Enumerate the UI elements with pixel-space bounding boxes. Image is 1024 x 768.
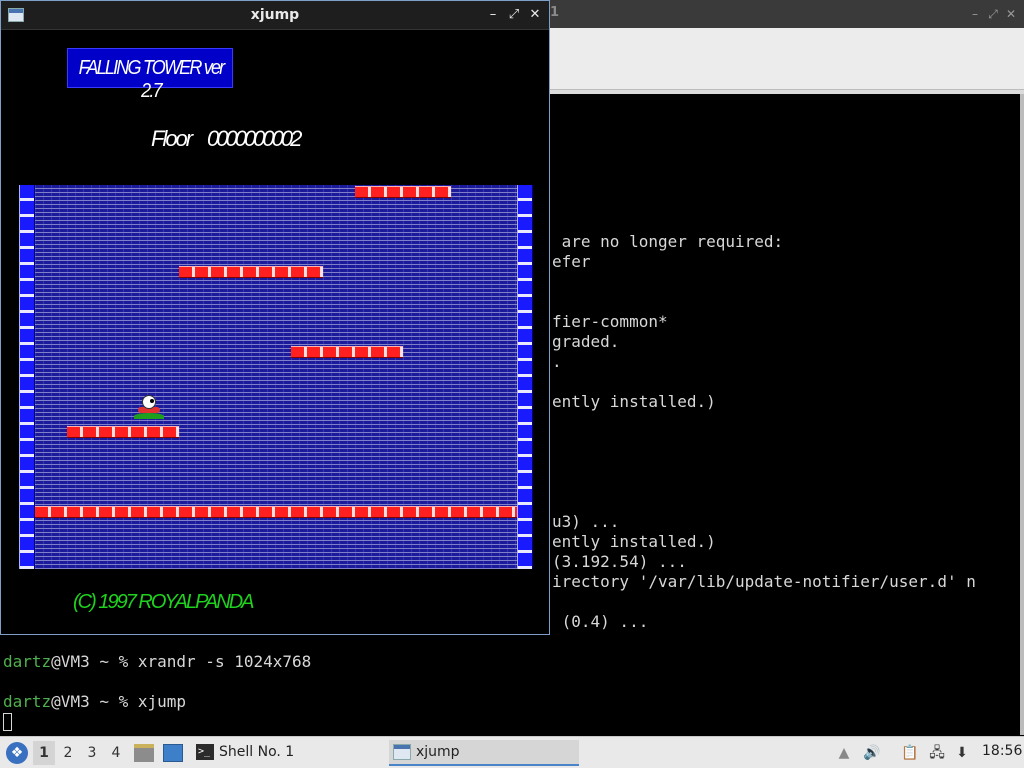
terminal-line: fier-common*	[552, 312, 668, 331]
close-icon[interactable]: ✕	[1004, 7, 1018, 21]
terminal-title: 1	[550, 5, 560, 20]
shell-prompt-line: dartz@VM3 ~ % xrandr -s 1024x768	[3, 652, 311, 672]
xjump-window[interactable]: xjump – ⤢ ✕ FALLING TOWER ver 2.7 Floor …	[0, 0, 550, 635]
scroll-up-icon[interactable]: ▲	[835, 743, 853, 763]
restore-icon[interactable]: ⤢	[506, 7, 522, 23]
player-eye	[150, 399, 154, 403]
terminal-icon: >_	[196, 744, 214, 760]
right-wall	[517, 185, 533, 569]
workspace-1[interactable]: 1	[33, 741, 55, 765]
minimize-icon[interactable]: –	[968, 7, 982, 21]
task-label: Shell No. 1	[219, 744, 295, 760]
close-icon[interactable]: ✕	[527, 7, 543, 23]
text-cursor	[3, 713, 12, 731]
brick-platform	[67, 426, 179, 438]
desktop: 1 – ⤢ ✕ are no longer required: efer fie…	[0, 0, 1024, 768]
taskbar: ❖ 1 2 3 4 >_ Shell No. 1 xjump ▲ 🔊 📋 🖧 ⬇…	[0, 736, 1024, 768]
shell-prompt-line: dartz@VM3 ~ % xjump	[3, 692, 186, 712]
player-legs	[134, 413, 164, 419]
terminal-line: ently installed.)	[552, 532, 716, 551]
game-title: FALLING TOWER ver 2.7	[78, 57, 226, 102]
terminal-line: ently installed.)	[552, 392, 716, 411]
prompt-command: xrandr -s 1024x768	[137, 652, 312, 671]
left-wall	[19, 185, 35, 569]
floor-label: Floor	[151, 126, 193, 151]
terminal-line: are no longer required:	[552, 232, 784, 251]
terminal-window[interactable]: 1 – ⤢ ✕ are no longer required: efer fie…	[548, 0, 1024, 735]
prompt-command: xjump	[137, 692, 187, 711]
file-manager-icon[interactable]	[134, 744, 154, 762]
prompt-user: dartz	[3, 652, 52, 671]
restore-icon[interactable]: ⤢	[986, 7, 1000, 21]
terminal-line: irectory '/var/lib/update-notifier/user.…	[552, 572, 976, 591]
terminal-scrollbar[interactable]	[1020, 94, 1024, 735]
start-menu-icon[interactable]: ❖	[6, 742, 28, 764]
terminal-line: u3) ...	[552, 512, 620, 531]
player-head	[142, 395, 156, 409]
prompt-user: dartz	[3, 692, 52, 711]
updates-icon[interactable]: ⬇	[953, 743, 971, 763]
prompt-host: @VM3 ~ %	[51, 692, 138, 711]
player-character	[134, 395, 164, 423]
volume-icon[interactable]: 🔊	[863, 743, 881, 763]
task-xjump[interactable]: xjump	[389, 740, 579, 766]
terminal-line: .	[552, 352, 562, 371]
task-shell[interactable]: >_ Shell No. 1	[192, 740, 382, 766]
game-playfield[interactable]	[19, 185, 533, 569]
network-icon[interactable]: 🖧	[928, 743, 946, 763]
terminal-titlebar[interactable]: 1 – ⤢ ✕	[548, 0, 1024, 28]
game-title-banner: FALLING TOWER ver 2.7	[67, 48, 233, 102]
brick-platform	[355, 186, 451, 198]
brick-platform	[291, 346, 403, 358]
workspace-4[interactable]: 4	[105, 741, 127, 765]
task-label: xjump	[416, 744, 460, 760]
clipboard-icon[interactable]: 📋	[901, 743, 919, 763]
floor-counter: 0000000002	[207, 126, 302, 151]
terminal-tab-strip	[548, 90, 1024, 94]
terminal-line: (0.4) ...	[552, 612, 649, 631]
brick-platform	[179, 266, 323, 278]
prompt-host: @VM3 ~ %	[51, 652, 138, 671]
workspace-2[interactable]: 2	[57, 741, 79, 765]
terminal-line: efer	[552, 252, 591, 271]
xjump-titlebar[interactable]: xjump – ⤢ ✕	[1, 1, 549, 30]
window-title: xjump	[250, 7, 300, 23]
show-desktop-icon[interactable]	[163, 744, 183, 762]
workspace-3[interactable]: 3	[81, 741, 103, 765]
copyright-text: (C) 1997 ROYALPANDA	[73, 591, 254, 613]
terminal-toolbar	[548, 28, 1024, 90]
brick-floor	[35, 506, 517, 518]
terminal-line: graded.	[552, 332, 620, 351]
minimize-icon[interactable]: –	[485, 7, 501, 23]
window-icon	[393, 744, 411, 760]
terminal-line: (3.192.54) ...	[552, 552, 687, 571]
clock[interactable]: 18:56	[982, 743, 1022, 759]
